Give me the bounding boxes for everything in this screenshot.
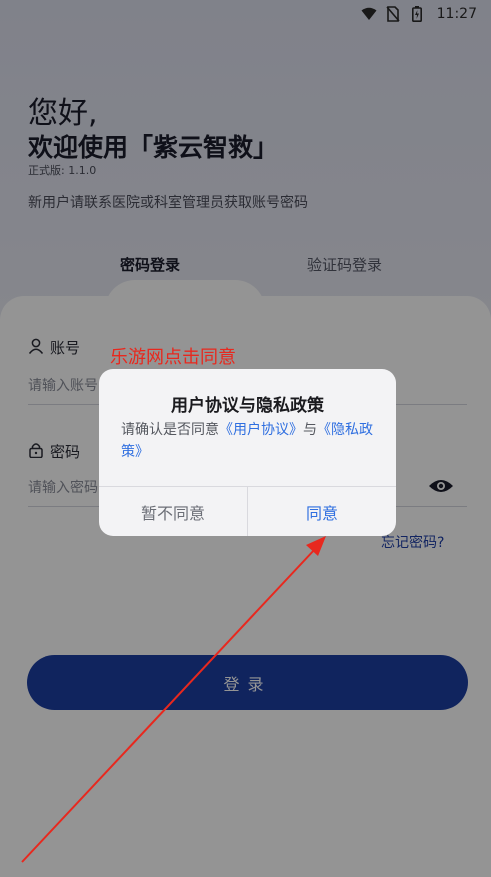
dialog-body-and: 与 [303, 422, 317, 438]
annotation-label: 乐游网点击同意 [110, 347, 236, 368]
dialog-body: 请确认是否同意《用户协议》与《隐私政策》 [121, 419, 377, 463]
dialog-body-prefix: 请确认是否同意 [121, 422, 219, 438]
user-agreement-link[interactable]: 《用户协议》 [219, 422, 303, 438]
agree-button[interactable]: 同意 [248, 487, 396, 536]
agreement-dialog: 用户协议与隐私政策 请确认是否同意《用户协议》与《隐私政策》 暂不同意 同意 [99, 369, 396, 536]
app-screen: 11:27 您好, 欢迎使用「紫云智救」 正式版: 1.1.0 新用户请联系医院… [0, 0, 491, 877]
disagree-button[interactable]: 暂不同意 [99, 487, 247, 536]
dialog-title: 用户协议与隐私政策 [171, 396, 324, 416]
